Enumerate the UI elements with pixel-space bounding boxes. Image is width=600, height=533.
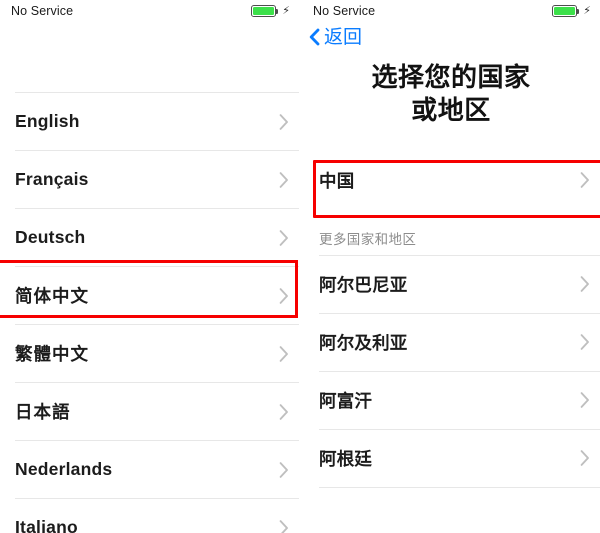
list-item[interactable]: 阿根廷 <box>302 429 600 487</box>
list-item-label: Nederlands <box>15 459 113 479</box>
list-item[interactable]: Français <box>0 151 299 208</box>
list-item-label: 繁體中文 <box>15 344 89 364</box>
language-list: English Français Deutsch 简体中文繁體中文日本語 Nederla… <box>0 92 299 533</box>
carrier-label: No Service <box>313 3 376 18</box>
chevron-right-icon <box>580 450 590 467</box>
page-title: 选择您的国家 或地区 <box>302 61 600 128</box>
list-item-label: 阿富汗 <box>319 390 373 411</box>
list-item[interactable]: 阿富汗 <box>302 371 600 429</box>
language-selection-screen: No Service ⚡ English Français Deutsch 简体中文繁… <box>0 0 299 533</box>
chevron-right-icon <box>580 276 590 293</box>
left-status-bar: No Service ⚡ <box>0 0 299 22</box>
chevron-right-icon <box>279 171 289 188</box>
list-item-label: Français <box>15 169 89 189</box>
list-item-label: English <box>15 111 80 131</box>
right-status-bar: No Service ⚡ <box>302 0 600 22</box>
list-item[interactable]: 阿尔巴尼亚 <box>302 255 600 313</box>
battery-full-icon <box>251 5 279 17</box>
chevron-right-icon <box>279 229 289 246</box>
status-indicators: ⚡ <box>251 5 290 17</box>
chevron-right-icon <box>580 334 590 351</box>
chevron-left-icon <box>309 28 320 46</box>
back-button-label: 返回 <box>324 26 363 48</box>
list-item-label: 中国 <box>319 170 355 191</box>
chevron-right-icon <box>580 172 590 189</box>
chevron-right-icon <box>279 403 289 420</box>
navigation-bar: 返回 <box>302 22 600 52</box>
more-countries-list: 阿尔巴尼亚阿尔及利亚阿富汗阿根廷 <box>302 254 600 488</box>
dual-screenshot-container: No Service ⚡ English Français Deutsch 简体中文繁… <box>0 0 600 533</box>
battery-full-icon <box>552 5 580 17</box>
list-item[interactable]: Nederlands <box>0 441 299 498</box>
list-item-label: 阿尔巴尼亚 <box>319 274 408 295</box>
chevron-right-icon <box>279 345 289 362</box>
lightning-bolt-icon: ⚡ <box>282 4 290 17</box>
list-item-label: Deutsch <box>15 227 86 247</box>
list-item-label: 简体中文 <box>15 286 89 306</box>
list-item[interactable]: English <box>0 93 299 150</box>
list-item[interactable]: Italiano <box>0 499 299 533</box>
list-item-label: 日本語 <box>15 402 71 422</box>
list-item-label: Italiano <box>15 517 78 533</box>
page-title-line-1: 选择您的国家 <box>371 62 531 92</box>
list-item[interactable]: 日本語 <box>0 383 299 440</box>
chevron-right-icon <box>279 519 289 533</box>
primary-country-list: 中国 <box>302 152 600 208</box>
lightning-bolt-icon: ⚡ <box>583 4 591 17</box>
list-item-label: 阿根廷 <box>319 448 373 469</box>
chevron-right-icon <box>279 113 289 130</box>
list-item[interactable]: Deutsch <box>0 209 299 266</box>
list-item[interactable]: 繁體中文 <box>0 325 299 382</box>
status-indicators: ⚡ <box>552 5 591 17</box>
list-item[interactable]: 简体中文 <box>0 267 299 324</box>
carrier-label: No Service <box>11 3 74 18</box>
section-header-more-countries: 更多国家和地区 <box>319 231 417 247</box>
chevron-right-icon <box>279 287 289 304</box>
country-selection-screen: No Service ⚡ 返回 选择您的国家 或地区 中国 更多国家和地区 阿尔… <box>302 0 600 533</box>
list-item[interactable]: 阿尔及利亚 <box>302 313 600 371</box>
chevron-right-icon <box>279 461 289 478</box>
list-item-label: 阿尔及利亚 <box>319 332 408 353</box>
list-item[interactable]: 中国 <box>302 152 600 208</box>
chevron-right-icon <box>580 392 590 409</box>
list-separator <box>319 486 600 488</box>
page-title-line-2: 或地区 <box>411 95 491 126</box>
back-button[interactable]: 返回 <box>309 28 362 47</box>
